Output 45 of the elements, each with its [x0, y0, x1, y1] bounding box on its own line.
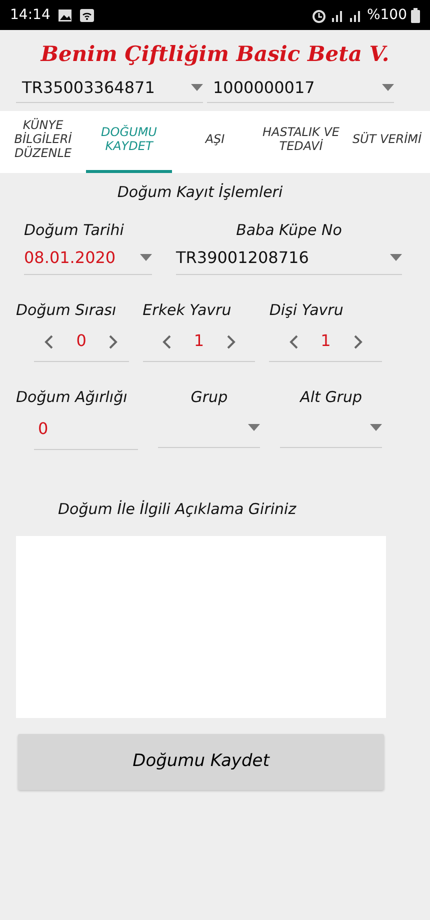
dropdown-caret-icon — [390, 254, 402, 261]
tag-dropdown[interactable]: TR35003364871 — [16, 74, 203, 102]
dropdown-caret-icon — [140, 254, 152, 261]
chevron-left-icon — [288, 334, 299, 349]
dropdown-caret-icon — [370, 424, 382, 431]
field-label: Doğum Sırası — [16, 300, 118, 320]
number-picker[interactable]: 1 — [269, 321, 382, 362]
chevron-left-icon — [162, 334, 172, 349]
field-label: Doğum Tarihi — [24, 220, 125, 241]
dropdown-caret-icon — [248, 424, 260, 431]
field-label: Erkek Yavru — [142, 300, 232, 320]
chevron-right-icon — [352, 334, 363, 349]
field-label: Alt Grup — [298, 387, 364, 408]
signal-icon — [348, 8, 363, 22]
tab[interactable]: AŞI — [172, 110, 258, 172]
section-title: Doğum Kayıt İşlemleri — [117, 182, 283, 200]
father-tag-dropdown[interactable]: TR39001208716 — [176, 242, 402, 274]
tab[interactable]: DOĞUMU KAYDET — [86, 110, 172, 172]
field-label: Baba Küpe No — [235, 220, 343, 241]
wifi-icon — [80, 8, 94, 22]
alarm-icon — [310, 8, 327, 22]
number-picker[interactable]: 1 — [142, 321, 256, 362]
tab[interactable]: SÜT VERİMİ — [344, 110, 430, 172]
tab[interactable]: HASTALIK VE TEDAVİ — [258, 110, 344, 172]
save-button[interactable]: Doğumu Kaydet — [18, 734, 384, 790]
clock-time: 14:14 — [10, 6, 50, 24]
field-label: Doğum Ağırlığı — [16, 387, 128, 408]
image-icon — [58, 8, 72, 22]
chevron-left-icon — [44, 334, 54, 349]
chevron-right-icon — [226, 334, 236, 349]
date-dropdown[interactable]: 08.01.2020 — [24, 242, 152, 274]
app-title: Benim Çiftliğim Basic Beta V. — [40, 41, 390, 66]
chevron-right-icon — [108, 334, 118, 349]
tag-dropdown[interactable]: 1000000017 — [207, 74, 394, 102]
field-label: Grup — [190, 387, 229, 408]
tab[interactable]: KÜNYE BİLGİLERİ DÜZENLE — [0, 110, 86, 172]
weight-input-field[interactable]: 0 — [34, 408, 138, 450]
battery-icon — [411, 8, 420, 22]
field-label: Doğum İle İlgili Açıklama Giriniz — [58, 500, 296, 518]
field-label: Dişi Yavru — [269, 300, 344, 320]
dropdown-caret-icon — [191, 84, 203, 91]
number-picker[interactable]: 0 — [34, 321, 129, 362]
dropdown-caret-icon — [382, 84, 394, 91]
signal-icon — [330, 8, 345, 22]
battery-percentage: %100 — [366, 6, 407, 24]
